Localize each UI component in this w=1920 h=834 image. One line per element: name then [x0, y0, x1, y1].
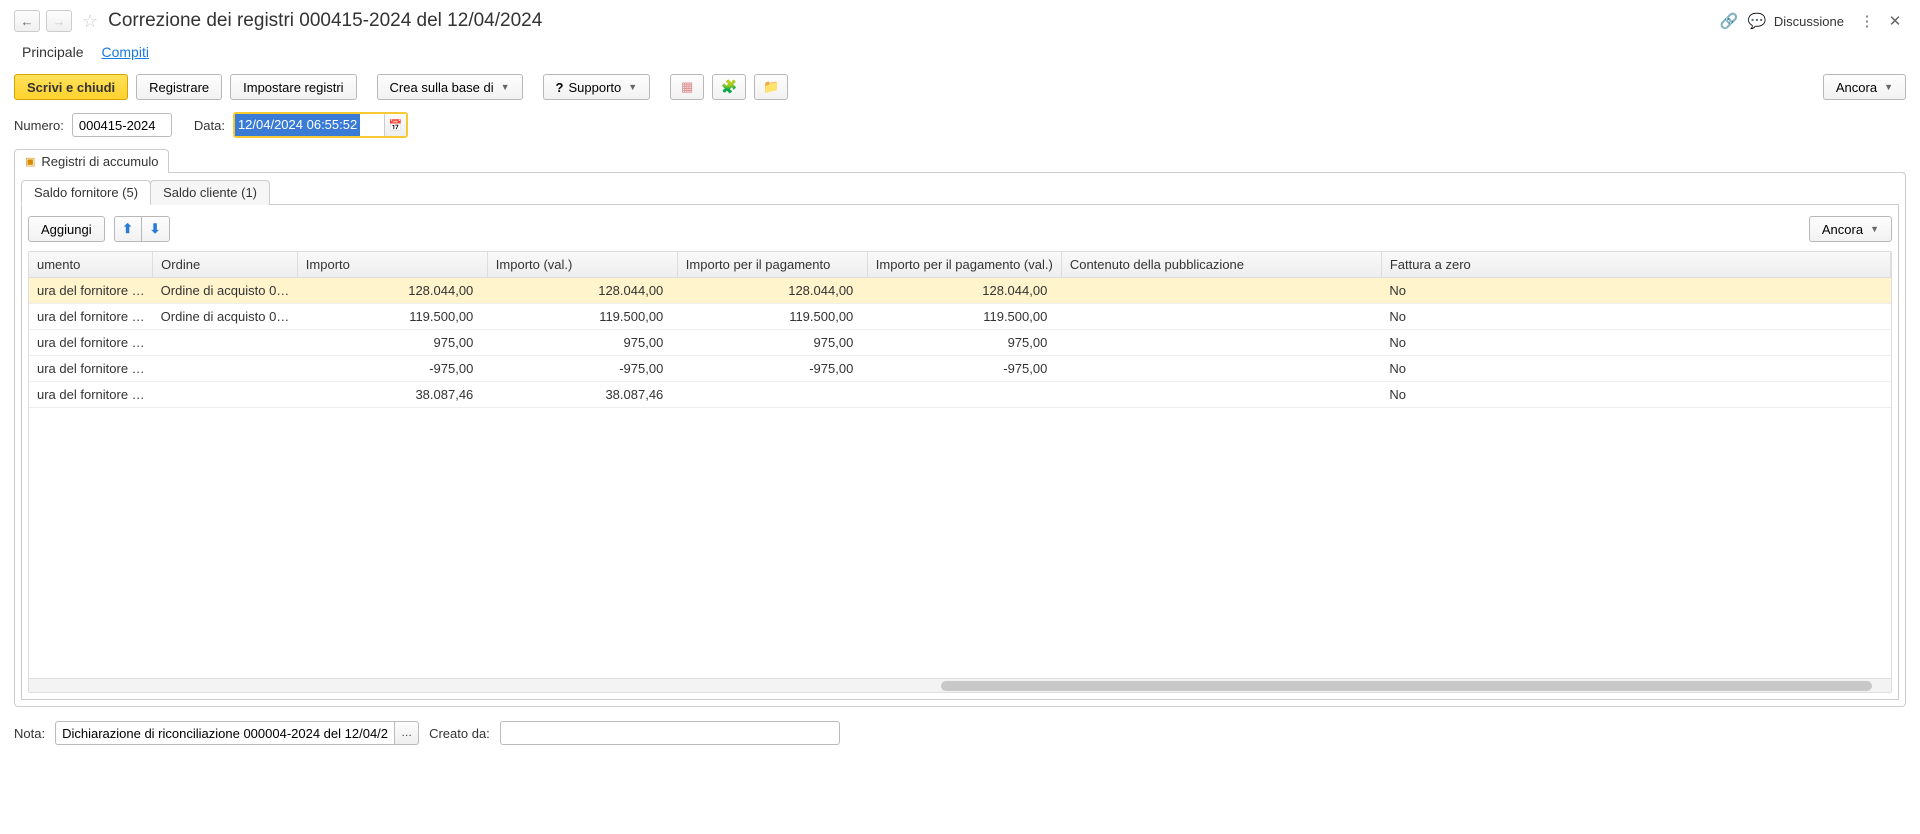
- support-label: Supporto: [568, 80, 621, 95]
- col-importo-val[interactable]: Importo (val.): [487, 252, 677, 278]
- arrow-up-icon: ⬆: [122, 221, 133, 237]
- file-icon-button[interactable]: 📁: [754, 74, 788, 100]
- customer-balance-tab[interactable]: Saldo cliente (1): [150, 180, 270, 205]
- col-importo-pag-val[interactable]: Importo per il pagamento (val.): [867, 252, 1061, 278]
- table-row[interactable]: ura del fornitore …975,00975,00975,00975…: [29, 330, 1891, 356]
- discussion-label[interactable]: Discussione: [1774, 14, 1844, 29]
- discussion-icon[interactable]: 💬: [1746, 10, 1768, 32]
- nota-picker-button[interactable]: …: [395, 721, 419, 745]
- chevron-down-icon: ▼: [501, 82, 510, 92]
- tab-compiti[interactable]: Compiti: [101, 44, 148, 60]
- numero-label: Numero:: [14, 118, 64, 133]
- kebab-menu-icon[interactable]: ⋮: [1856, 10, 1878, 32]
- move-down-button[interactable]: ⬇: [142, 216, 170, 242]
- folder-icon: 📁: [763, 79, 779, 95]
- creato-da-input[interactable]: [500, 721, 840, 745]
- page-title: Correzione dei registri 000415-2024 del …: [108, 10, 542, 32]
- tab-principale[interactable]: Principale: [22, 44, 83, 60]
- supplier-balance-tab[interactable]: Saldo fornitore (5): [21, 180, 151, 205]
- creato-da-label: Creato da:: [429, 726, 490, 741]
- set-registers-button[interactable]: Impostare registri: [230, 74, 356, 100]
- register-button[interactable]: Registrare: [136, 74, 222, 100]
- question-icon: ?: [556, 80, 564, 95]
- col-contenuto[interactable]: Contenuto della pubblicazione: [1061, 252, 1381, 278]
- close-icon[interactable]: ✕: [1884, 10, 1906, 32]
- register-icon: ▣: [25, 155, 35, 168]
- col-importo[interactable]: Importo: [297, 252, 487, 278]
- grid-more-label: Ancora: [1822, 222, 1863, 237]
- grid-more-button[interactable]: Ancora ▼: [1809, 216, 1892, 242]
- col-fattura-zero[interactable]: Fattura a zero: [1381, 252, 1890, 278]
- chevron-down-icon: ▼: [628, 82, 637, 92]
- puzzle-icon: 🧩: [721, 79, 737, 95]
- balance-grid: umento Ordine Importo Importo (val.) Imp…: [28, 251, 1892, 693]
- add-button[interactable]: Aggiungi: [28, 216, 105, 242]
- forward-button[interactable]: →: [46, 10, 72, 32]
- col-umento[interactable]: umento: [29, 252, 153, 278]
- nota-input[interactable]: [55, 721, 395, 745]
- col-importo-pag[interactable]: Importo per il pagamento: [677, 252, 867, 278]
- nota-label: Nota:: [14, 726, 45, 741]
- chevron-down-icon: ▼: [1870, 224, 1879, 234]
- calendar-icon[interactable]: 📅: [384, 114, 406, 136]
- table-row[interactable]: ura del fornitore …-975,00-975,00-975,00…: [29, 356, 1891, 382]
- report-icon-button[interactable]: ▦: [670, 74, 704, 100]
- table-row[interactable]: ura del fornitore …38.087,4638.087,46No: [29, 382, 1891, 408]
- more-button[interactable]: Ancora ▼: [1823, 74, 1906, 100]
- save-close-button[interactable]: Scrivi e chiudi: [14, 74, 128, 100]
- data-input-group[interactable]: 12/04/2024 06:55:52 📅: [233, 112, 408, 138]
- data-label: Data:: [194, 118, 225, 133]
- support-button[interactable]: ? Supporto ▼: [543, 74, 651, 100]
- back-button[interactable]: ←: [14, 10, 40, 32]
- move-up-button[interactable]: ⬆: [114, 216, 142, 242]
- create-based-on-label: Crea sulla base di: [390, 80, 494, 95]
- chevron-down-icon: ▼: [1884, 82, 1893, 92]
- puzzle-icon-button[interactable]: 🧩: [712, 74, 746, 100]
- favorite-star-icon[interactable]: ☆: [82, 11, 98, 32]
- create-based-on-button[interactable]: Crea sulla base di ▼: [377, 74, 523, 100]
- grid-icon: ▦: [681, 79, 693, 95]
- numero-input[interactable]: [72, 113, 172, 137]
- accumulation-registers-tab[interactable]: ▣ Registri di accumulo: [14, 149, 169, 173]
- more-label: Ancora: [1836, 80, 1877, 95]
- col-ordine[interactable]: Ordine: [153, 252, 298, 278]
- accumulation-registers-label: Registri di accumulo: [41, 154, 158, 169]
- data-input[interactable]: 12/04/2024 06:55:52: [235, 114, 360, 136]
- table-row[interactable]: ura del fornitore …Ordine di acquisto 0……: [29, 278, 1891, 304]
- horizontal-scrollbar[interactable]: [29, 678, 1891, 692]
- table-row[interactable]: ura del fornitore …Ordine di acquisto 0……: [29, 304, 1891, 330]
- arrow-down-icon: ⬇: [150, 221, 161, 237]
- link-icon[interactable]: 🔗: [1718, 10, 1740, 32]
